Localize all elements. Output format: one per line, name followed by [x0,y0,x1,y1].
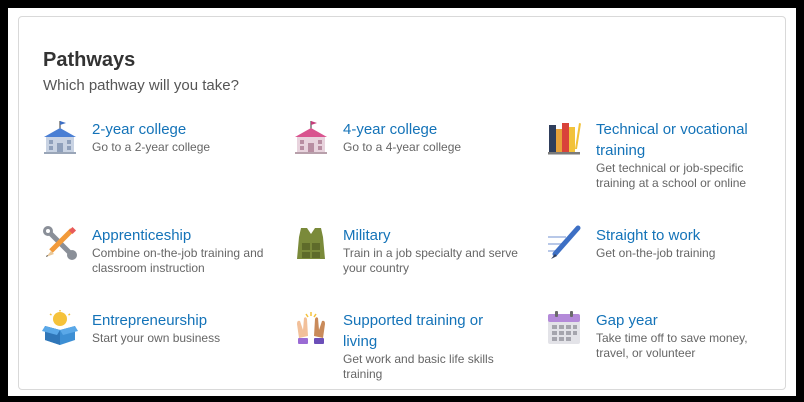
pathway-name[interactable]: Entrepreneurship [92,310,267,331]
pen-lines-icon [546,225,582,261]
pathway-name[interactable]: Supported training or living [343,310,518,352]
page-title: Pathways [43,49,136,71]
pathway-name[interactable]: Military [343,225,518,246]
pathway-description: Get on-the-job training [596,246,716,260]
military-vest-icon [293,225,329,261]
pathway-name[interactable]: 4-year college [343,119,518,140]
high-five-icon [293,310,329,346]
pathway-description: Go to a 2-year college [92,140,211,154]
pathway-name[interactable]: Straight to work [596,225,771,246]
pathway-description: Get work and basic life skills training [343,352,494,381]
school-building-pink-icon [293,119,329,155]
pathway-description: Combine on-the-job training and classroo… [92,246,264,275]
calendar-icon [546,310,582,346]
school-building-blue-icon [42,119,78,155]
pathway-name[interactable]: Technical or vocational training [596,119,771,161]
pathway-description: Get technical or job-specific training a… [596,161,747,190]
page-frame: Pathways Which pathway will you take? 2-… [8,8,796,396]
books-pencil-icon [546,119,582,155]
pathways-card: Pathways Which pathway will you take? 2-… [18,16,786,390]
pathway-description: Start your own business [92,331,221,345]
pathway-name[interactable]: Gap year [596,310,771,331]
pathway-description: Go to a 4-year college [343,140,462,154]
lightbulb-box-icon [42,310,78,346]
page-subtitle: Which pathway will you take? [43,77,239,94]
pathway-name[interactable]: Apprenticeship [92,225,267,246]
wrench-pencil-icon [42,225,78,261]
pathway-name[interactable]: 2-year college [92,119,267,140]
pathway-description: Take time off to save money, travel, or … [596,331,748,360]
pathway-description: Train in a job specialty and serve your … [343,246,518,275]
